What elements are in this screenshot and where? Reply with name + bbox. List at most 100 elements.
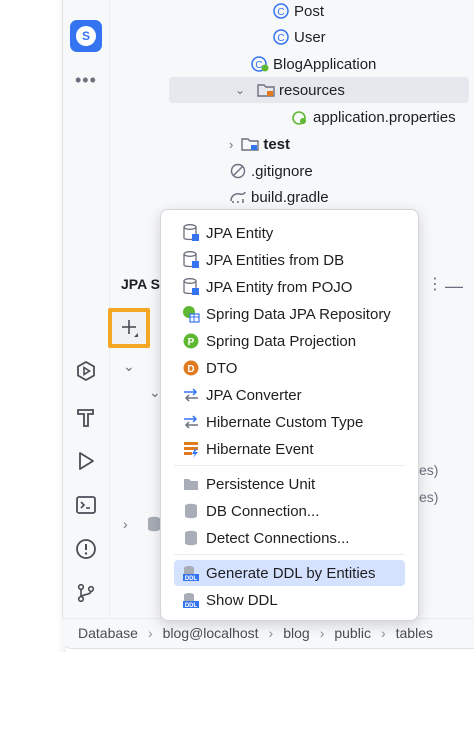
tree-item-post[interactable]: C Post — [272, 0, 324, 24]
menu-separator — [174, 554, 405, 555]
tree-item-application-properties[interactable]: application.properties — [291, 104, 456, 130]
project-tree: C Post C User C BlogApplication ⌄ resour… — [109, 0, 474, 212]
breadcrumb-item[interactable]: blog — [283, 625, 309, 641]
menu-item-spring-data-jpa-repository[interactable]: Spring Data JPA Repository — [174, 301, 405, 327]
svg-text:D: D — [187, 364, 194, 375]
menu-item-jpa-entity-from-pojo[interactable]: JPA Entity from POJO — [174, 274, 405, 300]
breadcrumb-separator: › — [319, 624, 325, 641]
svg-text:P: P — [188, 337, 195, 348]
menu-item-db-connection[interactable]: DB Connection... — [174, 498, 405, 524]
menu-item-persistence-unit[interactable]: Persistence Unit — [174, 471, 405, 497]
tree-item-resources[interactable]: ⌄ resources — [169, 77, 469, 103]
breadcrumb-item[interactable]: Database — [78, 625, 138, 641]
project-initial: S — [76, 26, 96, 46]
svg-text:DDL: DDL — [185, 603, 198, 608]
menu-item-jpa-entities-from-db[interactable]: JPA Entities from DB — [174, 247, 405, 273]
menu-item-generate-ddl-by-entities[interactable]: DDL Generate DDL by Entities — [174, 560, 405, 586]
custom-type-icon — [182, 413, 200, 431]
menu-item-jpa-converter[interactable]: JPA Converter — [174, 382, 405, 408]
db-connection-icon — [182, 502, 200, 520]
tree-item-label: BlogApplication — [273, 55, 377, 73]
svg-text:C: C — [277, 33, 284, 44]
run-icon[interactable] — [73, 448, 99, 474]
collapsed-node-chevron-icon[interactable]: ⌄ — [123, 358, 135, 375]
breadcrumb-item[interactable]: tables — [396, 625, 433, 641]
event-icon — [182, 440, 200, 458]
tree-item-label: test — [263, 135, 291, 153]
menu-item-label: Detect Connections... — [206, 529, 350, 547]
ddl-icon: DDL — [182, 591, 200, 609]
gradle-icon — [229, 188, 247, 206]
menu-item-label: JPA Entity — [206, 224, 274, 242]
svg-text:C: C — [277, 7, 284, 18]
svg-text:DDL: DDL — [185, 576, 198, 581]
tree-item-build-gradle[interactable]: build.gradle — [229, 184, 329, 210]
menu-separator — [174, 465, 405, 466]
database-icon — [147, 516, 161, 535]
menu-item-label: Hibernate Custom Type — [206, 413, 364, 431]
menu-item-label: JPA Entity from POJO — [206, 278, 353, 296]
menu-item-label: Persistence Unit — [206, 475, 316, 493]
background-node-text: es) — [419, 462, 439, 478]
breadcrumb-separator: › — [268, 624, 274, 641]
breadcrumb-item[interactable]: blog@localhost — [163, 625, 259, 641]
git-branch-icon[interactable] — [73, 580, 99, 606]
detect-connections-icon — [182, 529, 200, 547]
menu-item-label: Spring Data JPA Repository — [206, 305, 391, 323]
svg-text:C: C — [255, 60, 262, 71]
project-badge[interactable]: S — [70, 20, 102, 52]
menu-item-show-ddl[interactable]: DDL Show DDL — [174, 587, 405, 613]
left-tool-strip: S ••• — [63, 0, 110, 648]
persistence-unit-icon — [182, 475, 200, 493]
tree-item-label: User — [294, 28, 326, 46]
chevron-down-icon[interactable]: ⌄ — [235, 83, 245, 97]
chevron-right-icon[interactable]: › — [229, 137, 233, 152]
menu-item-hibernate-custom-type[interactable]: Hibernate Custom Type — [174, 409, 405, 435]
menu-item-label: Generate DDL by Entities — [206, 564, 376, 582]
menu-item-jpa-entity[interactable]: JPA Entity — [174, 220, 405, 246]
breadcrumb-separator: › — [380, 624, 386, 641]
tree-item-user[interactable]: C User — [272, 24, 326, 50]
resources-folder-icon — [257, 81, 275, 99]
tree-item-label: application.properties — [313, 108, 456, 126]
background-node-text: es) — [419, 489, 439, 505]
class-icon: C — [272, 28, 290, 46]
menu-item-label: DB Connection... — [206, 502, 320, 520]
menu-item-detect-connections[interactable]: Detect Connections... — [174, 525, 405, 551]
breadcrumb-separator: › — [147, 624, 153, 641]
spring-properties-icon — [291, 108, 309, 126]
tree-item-gitignore[interactable]: .gitignore — [229, 158, 313, 184]
menu-item-label: JPA Converter — [206, 386, 302, 404]
terminal-icon[interactable] — [73, 492, 99, 518]
collapsed-node-chevron-icon[interactable]: ⌄ — [149, 384, 161, 401]
new-jpa-popup-menu: JPA Entity JPA Entities from DB JPA Enti… — [160, 209, 419, 621]
ignore-file-icon — [229, 162, 247, 180]
services-icon[interactable] — [73, 358, 99, 384]
menu-item-label: Spring Data Projection — [206, 332, 357, 350]
menu-item-hibernate-event[interactable]: Hibernate Event — [174, 436, 405, 462]
jpa-entity-icon — [182, 224, 200, 242]
jpa-entities-db-icon — [182, 251, 200, 269]
more-tools-icon[interactable]: ••• — [75, 70, 97, 91]
jpa-entity-pojo-icon — [182, 278, 200, 296]
menu-item-label: DTO — [206, 359, 238, 377]
breadcrumb-item[interactable]: public — [334, 625, 371, 641]
menu-item-dto[interactable]: D DTO — [174, 355, 405, 381]
more-options-icon[interactable]: ⋮ — [427, 274, 443, 294]
plus-icon — [122, 320, 138, 337]
tree-item-label: .gitignore — [251, 162, 313, 180]
tree-item-label: build.gradle — [251, 188, 329, 206]
minimize-icon[interactable]: — — [445, 276, 463, 297]
chevron-right-icon[interactable]: › — [123, 516, 128, 532]
menu-item-spring-data-projection[interactable]: P Spring Data Projection — [174, 328, 405, 354]
build-hammer-icon[interactable] — [73, 404, 99, 430]
problems-icon[interactable] — [73, 536, 99, 562]
spring-repository-icon — [182, 305, 200, 323]
tree-item-test[interactable]: › test — [229, 131, 290, 157]
spring-boot-class-icon: C — [251, 55, 269, 73]
breadcrumb: Database › blog@localhost › blog › publi… — [62, 618, 474, 646]
add-button[interactable] — [108, 308, 150, 348]
jpa-structure-header: JPA S — [121, 276, 160, 292]
tree-item-blog-application[interactable]: C BlogApplication — [251, 51, 376, 77]
dto-icon: D — [182, 359, 200, 377]
